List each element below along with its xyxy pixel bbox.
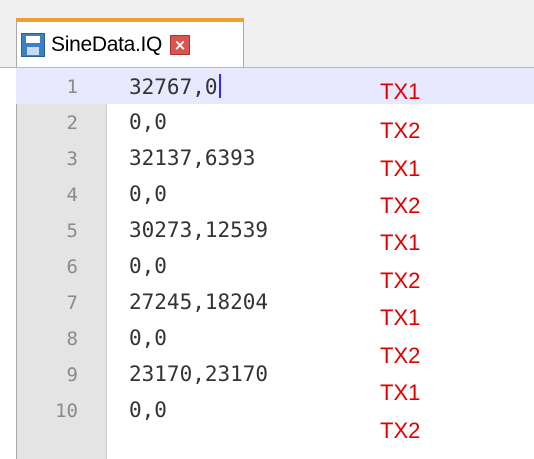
editor-line[interactable]: 4 0,0 (16, 176, 534, 212)
editor-line[interactable]: 7 27245,18204 (16, 284, 534, 320)
line-text[interactable]: 23170,23170 (129, 362, 268, 386)
line-number: 9 (66, 364, 78, 386)
editor-line[interactable]: 3 32137,6393 (16, 140, 534, 176)
line-text[interactable]: 32137,6393 (129, 146, 255, 170)
line-number: 8 (66, 328, 78, 350)
line-text[interactable]: 0,0 (129, 110, 167, 134)
tab-sinedata[interactable]: SineData.IQ × (16, 18, 244, 68)
line-text[interactable]: 32767,0 (129, 74, 221, 99)
editor[interactable]: 1 32767,0 2 0,0 3 32137,6393 4 0,0 5 302… (16, 68, 534, 459)
line-text[interactable]: 0,0 (129, 398, 167, 422)
line-number: 6 (66, 256, 78, 278)
close-icon[interactable]: × (170, 35, 191, 55)
editor-line[interactable]: 10 0,0 (16, 392, 534, 428)
line-number: 10 (55, 400, 78, 422)
line-number: 7 (66, 292, 78, 314)
line-number: 3 (66, 148, 78, 170)
line-text[interactable]: 0,0 (129, 182, 167, 206)
editor-line[interactable]: 1 32767,0 (16, 68, 534, 104)
editor-line[interactable]: 2 0,0 (16, 104, 534, 140)
text-caret (218, 74, 221, 98)
tx-annotation: TX2 (380, 193, 421, 218)
line-number: 5 (66, 220, 78, 242)
editor-line[interactable]: 6 0,0 (16, 248, 534, 284)
tx-annotation: TX1 (380, 380, 421, 405)
tab-label: SineData.IQ (51, 33, 163, 56)
line-text[interactable]: 27245,18204 (129, 290, 268, 314)
line-number: 1 (66, 76, 78, 98)
tx-annotation: TX1 (380, 305, 421, 330)
line-text[interactable]: 30273,12539 (129, 218, 268, 242)
line-number: 2 (66, 112, 78, 134)
line-text[interactable]: 0,0 (129, 254, 167, 278)
tx-annotation: TX1 (380, 79, 421, 104)
tx-annotation: TX1 (380, 230, 421, 255)
tab-bar: SineData.IQ × (0, 0, 534, 68)
tx-annotation: TX2 (380, 418, 421, 443)
tx-annotation: TX2 (380, 343, 421, 368)
editor-line[interactable]: 5 30273,12539 (16, 212, 534, 248)
tx-annotation: TX2 (380, 268, 421, 293)
save-icon (21, 33, 45, 57)
editor-line[interactable]: 8 0,0 (16, 320, 534, 356)
line-text[interactable]: 0,0 (129, 326, 167, 350)
line-number: 4 (66, 184, 78, 206)
tx-annotation: TX2 (380, 118, 421, 143)
tx-annotation: TX1 (380, 156, 421, 181)
editor-line[interactable]: 9 23170,23170 (16, 356, 534, 392)
